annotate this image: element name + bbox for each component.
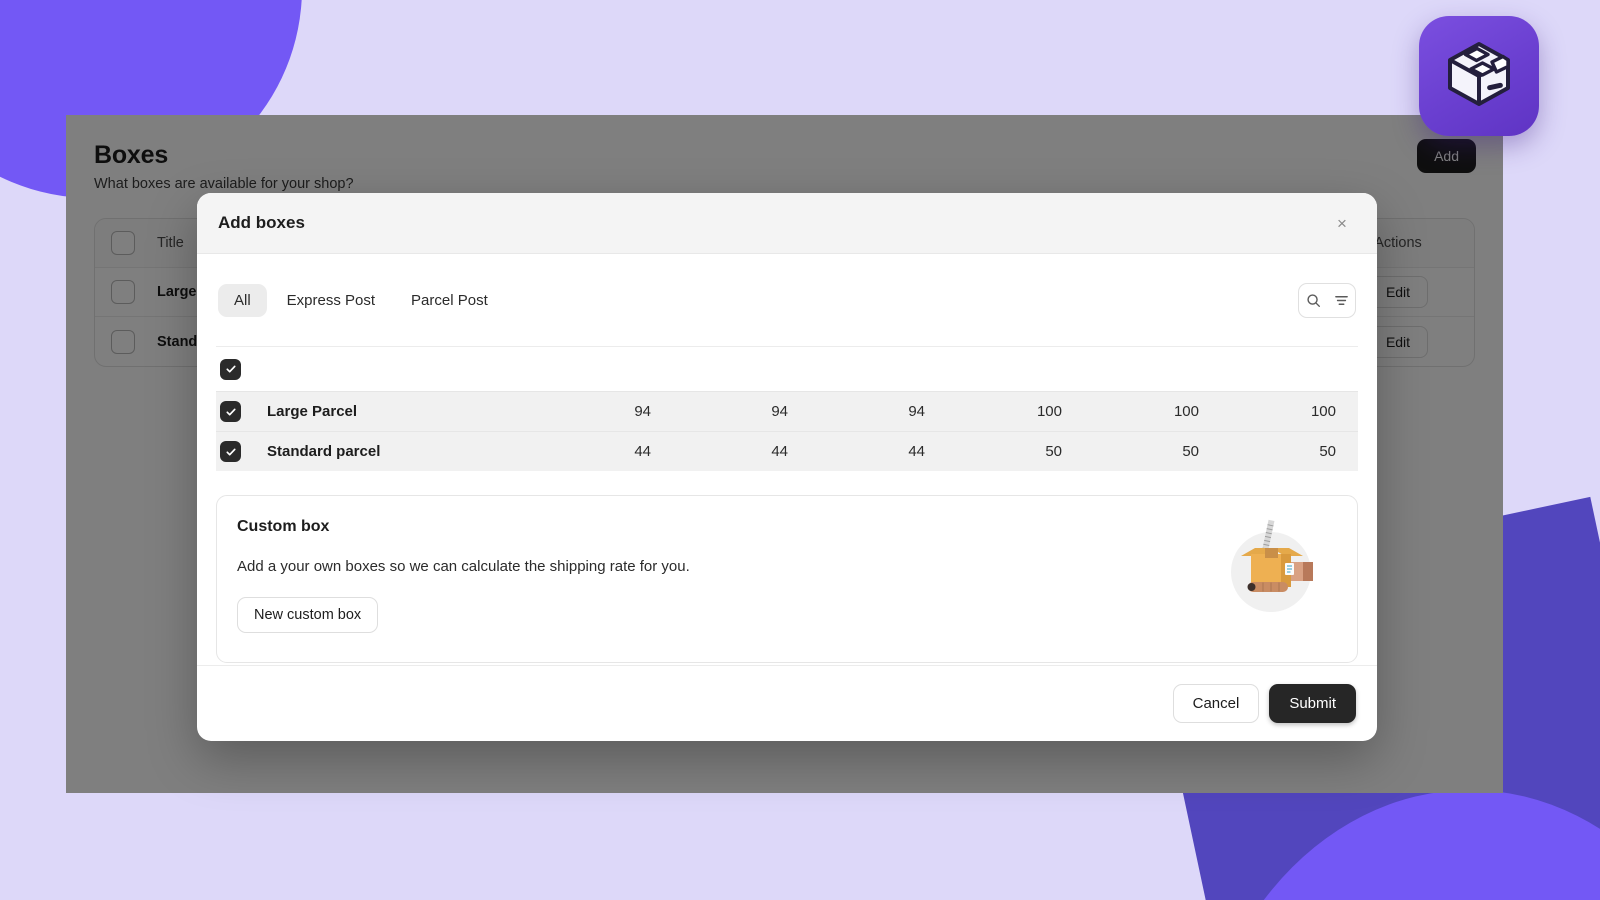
- box-selection-table: Large Parcel 94 94 94 100 100 100 Standa…: [216, 346, 1358, 471]
- modal-body: All Express Post Parcel Post Large Parce…: [197, 254, 1377, 665]
- selection-row[interactable]: Standard parcel 44 44 44 50 50 50: [216, 431, 1358, 471]
- modal-title: Add boxes: [218, 213, 305, 232]
- row-checkbox[interactable]: [111, 280, 135, 304]
- custom-box-description: Add a your own boxes so we can calculate…: [237, 558, 690, 575]
- row-value: 100: [1173, 403, 1199, 420]
- search-icon[interactable]: [1299, 285, 1327, 316]
- row-checkbox[interactable]: [220, 441, 241, 462]
- tab-all[interactable]: All: [218, 283, 267, 317]
- row-value: 100: [1310, 403, 1336, 420]
- row-value: 50: [1319, 443, 1336, 460]
- box-cube-icon: [1442, 37, 1516, 116]
- filter-bar: All Express Post Parcel Post: [216, 254, 1358, 346]
- add-boxes-modal: Add boxes × All Express Post Parcel Post: [197, 193, 1377, 741]
- custom-box-card: Custom box Add a your own boxes so we ca…: [216, 495, 1358, 663]
- tab-list: All Express Post Parcel Post: [218, 283, 1298, 317]
- tab-parcel-post[interactable]: Parcel Post: [395, 284, 504, 317]
- add-button[interactable]: Add: [1417, 139, 1476, 173]
- row-checkbox[interactable]: [111, 329, 135, 354]
- modal-footer: Cancel Submit: [197, 665, 1377, 741]
- row-value: 94: [908, 403, 925, 420]
- row-name: Standard parcel: [267, 443, 381, 460]
- page-subtitle: What boxes are available for your shop?: [94, 176, 354, 192]
- custom-box-title: Custom box: [237, 518, 330, 535]
- page-title: Boxes: [94, 141, 169, 169]
- row-value: 44: [771, 443, 788, 460]
- row-value: 50: [1182, 443, 1199, 460]
- row-value: 94: [634, 403, 651, 420]
- selection-row[interactable]: Large Parcel 94 94 94 100 100 100: [216, 391, 1358, 431]
- row-value: 100: [1036, 403, 1062, 420]
- app-logo: [1419, 16, 1539, 136]
- close-icon[interactable]: ×: [1329, 210, 1355, 236]
- select-all-checkbox[interactable]: [220, 358, 241, 380]
- tab-express-post[interactable]: Express Post: [271, 284, 391, 317]
- cancel-button[interactable]: Cancel: [1172, 684, 1260, 723]
- modal-header: Add boxes ×: [197, 193, 1377, 254]
- filter-icon[interactable]: [1327, 285, 1355, 316]
- row-value: 44: [634, 443, 651, 460]
- submit-button[interactable]: Submit: [1269, 684, 1356, 723]
- row-name: Large Parcel: [267, 403, 358, 420]
- selection-header-row: [216, 347, 1358, 391]
- select-all-checkbox[interactable]: [111, 231, 135, 255]
- row-value: 50: [1045, 443, 1062, 460]
- row-value: 94: [771, 403, 788, 420]
- open-parcel-box-illustration: [1215, 512, 1327, 624]
- row-value: 44: [908, 443, 925, 460]
- new-custom-box-button[interactable]: New custom box: [237, 597, 379, 633]
- search-filter-group: [1298, 282, 1356, 318]
- row-checkbox[interactable]: [220, 401, 241, 422]
